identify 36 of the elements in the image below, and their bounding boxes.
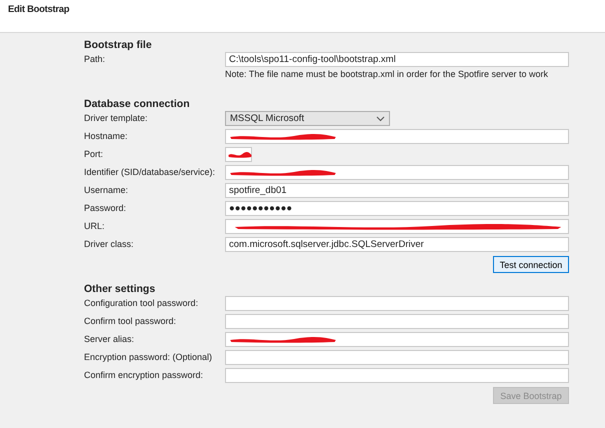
input-field[interactable]: C:\tools\spo11-config-tool\bootstrap.xml (225, 52, 569, 67)
field-label: Port: (84, 148, 104, 159)
section-title: Bootstrap file (84, 39, 152, 51)
input-field[interactable]: ●●●●●●●●●●● (225, 201, 569, 216)
section-title: Database connection (84, 98, 190, 110)
input-field[interactable] (225, 332, 569, 347)
field-label: Driver class: (84, 238, 134, 249)
field-label: Username: (84, 184, 128, 195)
note-text: Note: The file name must be bootstrap.xml in order for the Spotfire server to work (225, 69, 548, 79)
field-label: Identifier (SID/database/service): (84, 166, 216, 177)
section-title: Other settings (84, 283, 156, 295)
dropdown[interactable]: MSSQL Microsoft (225, 111, 390, 126)
redaction-mark (228, 151, 252, 159)
input-field[interactable]: spotfire_db01 (225, 183, 569, 198)
input-field[interactable] (225, 147, 252, 162)
field-label: Encryption password: (Optional) (84, 351, 212, 362)
field-label: Server alias: (84, 333, 134, 344)
input-field[interactable] (225, 219, 569, 234)
field-label: Driver template: (84, 112, 148, 123)
field-label: Confirm tool password: (84, 315, 176, 326)
field-label: Path: (84, 53, 106, 64)
window-title: Edit Bootstrap (8, 4, 70, 15)
input-field[interactable] (225, 129, 569, 144)
input-field[interactable] (225, 165, 569, 180)
field-label: Confirm encryption password: (84, 369, 204, 380)
input-field[interactable]: com.microsoft.sqlserver.jdbc.SQLServerDriver (225, 237, 569, 252)
input-field[interactable] (225, 296, 569, 311)
input-field[interactable] (225, 350, 569, 365)
field-label: Password: (84, 202, 126, 213)
input-field[interactable] (225, 314, 569, 329)
chevron-down-icon (376, 116, 385, 122)
input-field[interactable] (225, 368, 569, 383)
action-button[interactable]: Test connection (493, 256, 569, 273)
field-label: URL: (84, 220, 105, 231)
field-label: Configuration tool password: (84, 297, 198, 308)
field-label: Hostname: (84, 130, 128, 141)
